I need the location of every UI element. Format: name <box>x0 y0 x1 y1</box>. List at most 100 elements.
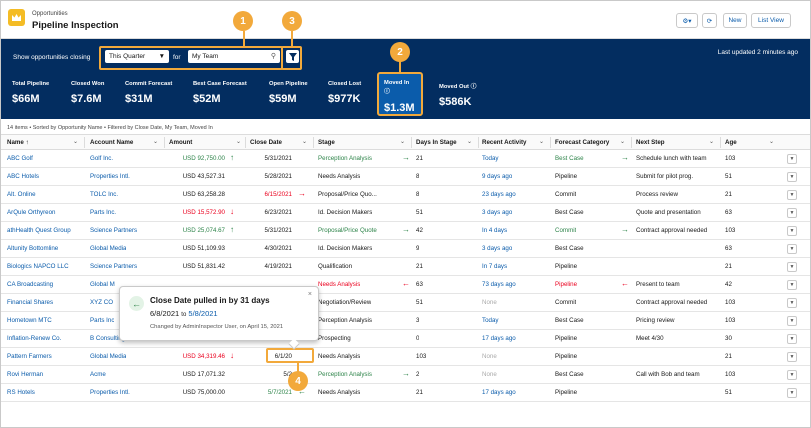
account-name-link[interactable]: Properties Intl. <box>90 173 130 180</box>
table-row[interactable]: athHealth Quest Group Science Partners USD… <box>1 222 810 240</box>
recent-activity-link[interactable]: 3 days ago <box>482 209 512 216</box>
opportunity-name-link[interactable]: Biologics NAPCO LLC <box>7 263 69 270</box>
arrow-right-icon[interactable]: → <box>402 225 410 234</box>
arrow-right-icon[interactable]: → <box>298 189 306 198</box>
recent-activity-link[interactable]: 23 days ago <box>482 191 516 198</box>
row-actions-menu[interactable]: ▼ <box>787 388 797 398</box>
metric-moved-in[interactable]: Moved In ⓘ $1.3M <box>377 72 423 116</box>
arrow-down-icon[interactable]: ↓ <box>230 207 234 216</box>
table-row[interactable]: ArQule Orthyreon Parts Inc. USD 15,572.90 ↓… <box>1 204 810 222</box>
recent-activity-link[interactable]: In 7 days <box>482 263 507 270</box>
row-actions-menu[interactable]: ▼ <box>787 208 797 218</box>
row-actions-menu[interactable]: ▼ <box>787 298 797 308</box>
chevron-down-icon[interactable]: ⌄ <box>400 138 405 145</box>
metric-moved-out[interactable]: Moved Out ⓘ $586K <box>439 81 476 108</box>
row-actions-menu[interactable]: ▼ <box>787 154 797 164</box>
account-name-link[interactable]: Parts Inc. <box>90 209 116 216</box>
list-view-button[interactable]: List View <box>751 13 791 28</box>
account-name-link[interactable]: Science Partners <box>90 263 137 270</box>
arrow-down-icon[interactable]: ↓ <box>230 351 234 360</box>
col-stage[interactable]: Stage <box>318 139 335 146</box>
chevron-down-icon[interactable]: ⌄ <box>302 138 307 145</box>
metric-commit-forecast[interactable]: Commit Forecast $31M <box>125 81 172 105</box>
metric-open-pipeline[interactable]: Open Pipeline $59M <box>269 81 308 105</box>
opportunity-name-link[interactable]: ABC Golf <box>7 155 33 162</box>
chevron-down-icon[interactable]: ⌄ <box>620 138 625 145</box>
recent-activity-link[interactable]: In 4 days <box>482 227 507 234</box>
table-row[interactable]: Altunity Bottomline Global Media USD 51,10… <box>1 240 810 258</box>
popover-to-date[interactable]: 5/8/2021 <box>188 309 217 318</box>
row-actions-menu[interactable]: ▼ <box>787 244 797 254</box>
recent-activity-link[interactable]: Today <box>482 317 499 324</box>
opportunity-name-link[interactable]: athHealth Quest Group <box>7 227 71 234</box>
arrow-right-icon[interactable]: → <box>402 369 410 378</box>
account-name-link[interactable]: Golf Inc. <box>90 155 113 162</box>
opportunity-name-link[interactable]: Pattern Farmers <box>7 353 52 360</box>
col-days-in-stage[interactable]: Days In Stage <box>416 139 457 146</box>
chevron-down-icon[interactable]: ⌄ <box>153 138 158 145</box>
recent-activity-link[interactable]: 73 days ago <box>482 281 516 288</box>
chevron-down-icon[interactable]: ⌄ <box>769 138 774 145</box>
account-name-link[interactable]: Science Partners <box>90 227 137 234</box>
col-next-step[interactable]: Next Step <box>636 139 665 146</box>
row-actions-menu[interactable]: ▼ <box>787 370 797 380</box>
recent-activity-link[interactable]: 17 days ago <box>482 389 516 396</box>
chevron-down-icon[interactable]: ⌄ <box>539 138 544 145</box>
col-amount[interactable]: Amount <box>169 139 192 146</box>
arrow-up-icon[interactable]: ↑ <box>230 225 234 234</box>
metric-closed-lost[interactable]: Closed Lost $977K <box>328 81 361 105</box>
table-row[interactable]: Pattern Farmers Global Media USD 34,319.46… <box>1 348 810 366</box>
account-name-link[interactable]: Parts Inc <box>90 317 114 324</box>
account-name-link[interactable]: XYZ CO <box>90 299 113 306</box>
col-age[interactable]: Age <box>725 139 737 146</box>
opportunity-name-link[interactable]: Rovi Herman <box>7 371 43 378</box>
col-recent-activity[interactable]: Recent Activity <box>482 139 526 146</box>
col-forecast-category[interactable]: Forecast Category <box>555 139 609 146</box>
arrow-right-icon[interactable]: → <box>621 153 629 162</box>
account-name-link[interactable]: Acme <box>90 371 106 378</box>
opportunity-name-link[interactable]: ArQule Orthyreon <box>7 209 56 216</box>
row-actions-menu[interactable]: ▼ <box>787 172 797 182</box>
table-row[interactable]: RS Hotels Properties Intl. USD 75,000.00 5/… <box>1 384 810 402</box>
account-name-link[interactable]: Properties Intl. <box>90 389 130 396</box>
settings-menu-button[interactable]: ⚙▾ <box>676 13 698 28</box>
col-account[interactable]: Account Name <box>90 139 133 146</box>
opportunity-name-link[interactable]: Financial Shares <box>7 299 53 306</box>
metric-best-case-forecast[interactable]: Best Case Forecast $52M <box>193 81 247 105</box>
metric-closed-won[interactable]: Closed Won $7.6M <box>71 81 104 105</box>
chevron-down-icon[interactable]: ⌄ <box>709 138 714 145</box>
row-actions-menu[interactable]: ▼ <box>787 280 797 290</box>
row-actions-menu[interactable]: ▼ <box>787 352 797 362</box>
recent-activity-link[interactable]: 9 days ago <box>482 173 512 180</box>
opportunity-name-link[interactable]: Hometown MTC <box>7 317 52 324</box>
row-actions-menu[interactable]: ▼ <box>787 334 797 344</box>
table-row[interactable]: Biologics NAPCO LLC Science Partners USD 5… <box>1 258 810 276</box>
close-icon[interactable]: × <box>308 291 312 298</box>
recent-activity-link[interactable]: 17 days ago <box>482 335 516 342</box>
account-name-link[interactable]: Global Media <box>90 353 126 360</box>
arrow-right-icon[interactable]: → <box>621 225 629 234</box>
row-actions-menu[interactable]: ▼ <box>787 316 797 326</box>
col-close-date[interactable]: Close Date <box>250 139 282 146</box>
table-row[interactable]: ABC Hotels Properties Intl. USD 43,527.31 5… <box>1 168 810 186</box>
chevron-down-icon[interactable]: ⌄ <box>73 138 78 145</box>
row-actions-menu[interactable]: ▼ <box>787 190 797 200</box>
arrow-up-icon[interactable]: ↑ <box>230 153 234 162</box>
recent-activity-link[interactable]: Today <box>482 155 499 162</box>
opportunity-name-link[interactable]: ABC Hotels <box>7 173 39 180</box>
row-actions-menu[interactable]: ▼ <box>787 226 797 236</box>
row-actions-menu[interactable]: ▼ <box>787 262 797 272</box>
table-row[interactable]: Rovi Herman Acme USD 17,071.32 5/2 Perceptio… <box>1 366 810 384</box>
metric-total-pipeline[interactable]: Total Pipeline $66M <box>12 81 49 105</box>
table-row[interactable]: Alt. Online TOLC Inc. USD 63,258.28 6/15/20… <box>1 186 810 204</box>
new-button[interactable]: New <box>723 13 747 28</box>
arrow-right-icon[interactable]: → <box>402 153 410 162</box>
opportunity-name-link[interactable]: Altunity Bottomline <box>7 245 58 252</box>
recent-activity-link[interactable]: 3 days ago <box>482 245 512 252</box>
account-name-link[interactable]: Global M <box>90 281 115 288</box>
refresh-button[interactable]: ⟳ <box>702 13 717 28</box>
account-name-link[interactable]: TOLC Inc. <box>90 191 118 198</box>
arrow-left-icon[interactable]: ← <box>621 279 629 288</box>
col-name[interactable]: Name ↑ <box>7 139 29 146</box>
chevron-down-icon[interactable]: ⌄ <box>236 138 241 145</box>
